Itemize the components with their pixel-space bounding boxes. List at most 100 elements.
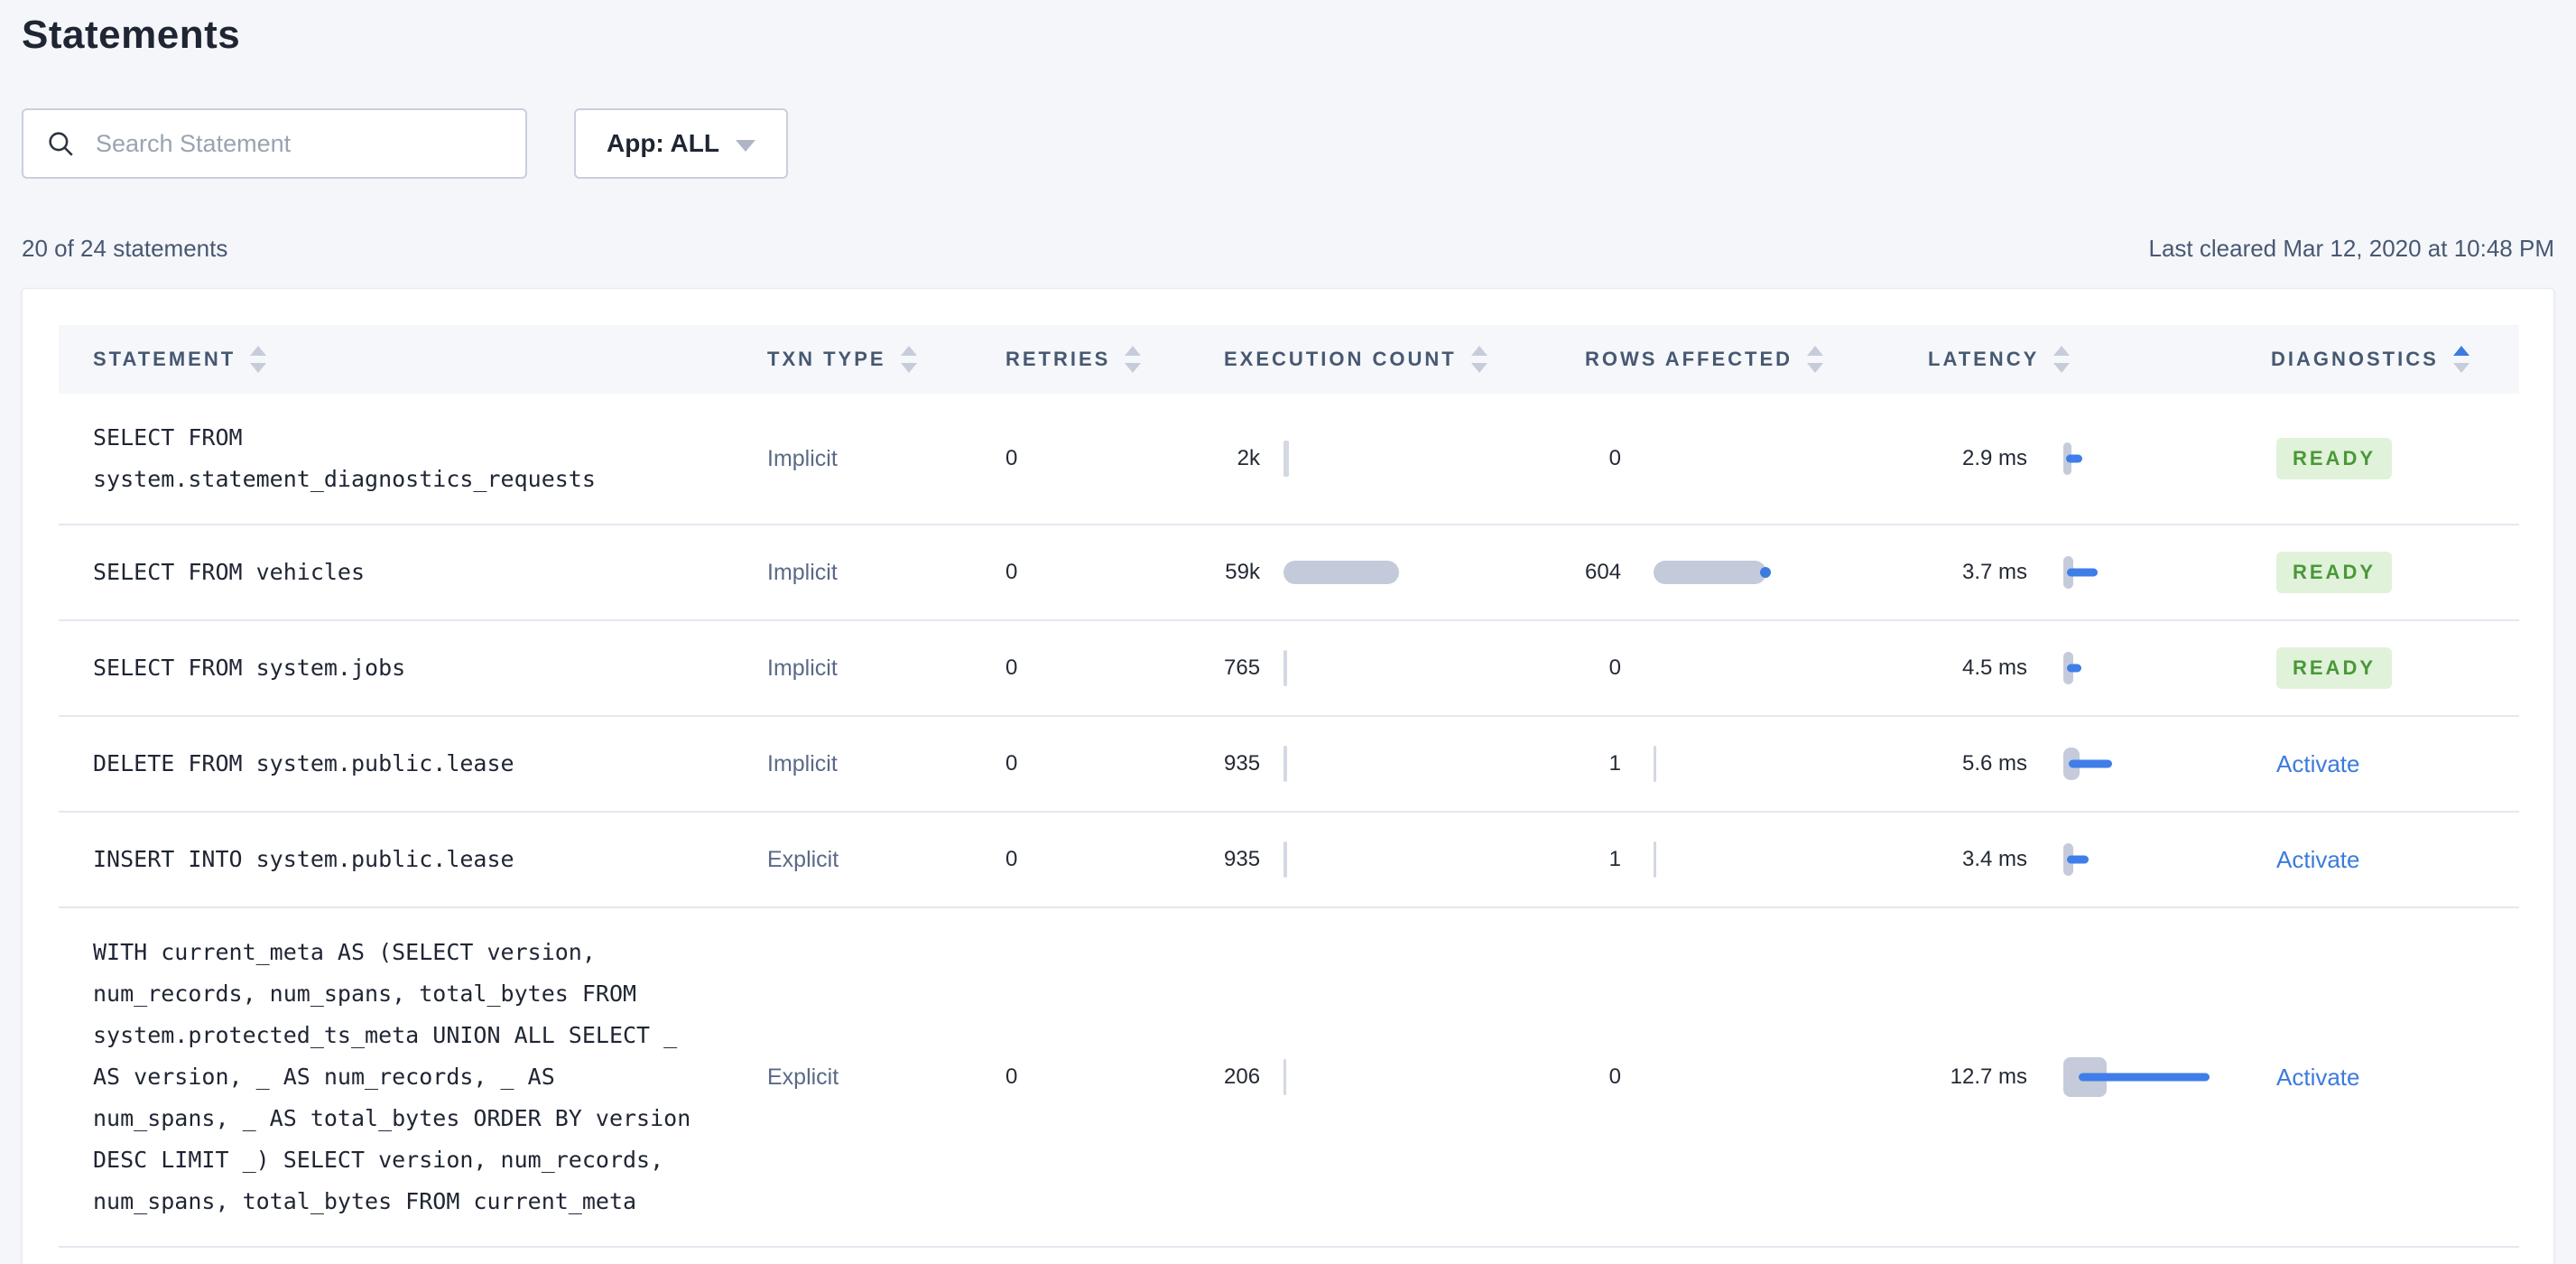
latency-cell: 2.9 ms: [1928, 435, 2271, 482]
column-header-retries[interactable]: RETRIES: [1005, 325, 1224, 394]
search-box[interactable]: [22, 108, 527, 179]
retries-cell: 0: [1005, 847, 1018, 871]
sort-arrows-icon: [1470, 346, 1487, 373]
latency-value: 4.5 ms: [1961, 655, 2027, 680]
column-header-txn-type[interactable]: TXN TYPE: [767, 325, 1005, 394]
rows-affected-value: 0: [1608, 446, 1621, 470]
statement-link[interactable]: WITH current_meta AS (SELECT version, nu…: [93, 932, 767, 1222]
latency-mean-bar: [2066, 454, 2082, 463]
statements-table: STATEMENT TXN TYPE RETRIES EXECUTION COU…: [59, 325, 2519, 1264]
latency-bar-chart: [2063, 1054, 2244, 1101]
txn-type-cell: Implicit: [767, 750, 838, 776]
column-header-diagnostics[interactable]: DIAGNOSTICS: [2271, 325, 2519, 394]
txn-type-cell: Implicit: [767, 559, 838, 585]
table-row: SELECT FROM vehicles Implicit 0 59k 604 …: [59, 525, 2519, 620]
latency-mean-bar: [2067, 855, 2089, 864]
statement-link[interactable]: INSERT INTO system.public.lease: [93, 839, 767, 880]
table-row: INSERT INTO system.public.lease Explicit…: [59, 812, 2519, 907]
statement-link[interactable]: SELECT FROM vehicles: [93, 552, 767, 593]
retries-cell: 0: [1005, 655, 1018, 680]
latency-bar-chart: [2063, 645, 2244, 692]
chevron-down-icon: [735, 139, 755, 152]
latency-cell: 5.6 ms: [1928, 740, 2271, 787]
execution-count-cell: 765: [1224, 645, 1585, 692]
column-header-statement[interactable]: STATEMENT: [59, 325, 767, 394]
execution-count-value: 59k: [1225, 560, 1260, 584]
latency-mean-bar: [2067, 568, 2098, 577]
search-icon: [49, 132, 73, 156]
rows-affected-bar: [1654, 746, 1656, 782]
rows-affected-cell: 1: [1585, 740, 1928, 787]
rows-affected-cell: 0: [1585, 1054, 1928, 1101]
txn-type-cell: Explicit: [767, 1064, 839, 1090]
latency-value: 3.7 ms: [1961, 560, 2027, 584]
latency-mean-bar: [2067, 664, 2081, 673]
sort-arrows-icon: [1125, 346, 1142, 373]
retries-cell: 0: [1005, 751, 1018, 776]
diagnostics-ready-badge: READY: [2276, 552, 2393, 593]
execution-count-cell: 935: [1224, 740, 1585, 787]
execution-count-bar: [1283, 561, 1399, 584]
execution-count-bar: [1283, 650, 1287, 686]
table-row: WITH current_meta AS (SELECT version, nu…: [59, 907, 2519, 1247]
latency-cell: 3.4 ms: [1928, 836, 2271, 883]
latency-bar-chart: [2063, 435, 2244, 482]
column-header-rows-affected[interactable]: ROWS AFFECTED: [1585, 325, 1928, 394]
sort-arrows-icon: [250, 346, 267, 373]
diagnostics-activate-link[interactable]: Activate: [2276, 750, 2360, 777]
latency-mean-bar: [2079, 1073, 2210, 1082]
retries-cell: 0: [1005, 1247, 1224, 1264]
rows-affected-value: 1: [1608, 751, 1621, 776]
latency-cell: 3.7 ms: [1928, 549, 2271, 596]
rows-affected-cell: 0: [1585, 645, 1928, 692]
txn-type-cell: Explicit: [767, 846, 839, 872]
diagnostics-ready-badge: READY: [2276, 438, 2393, 479]
execution-count-cell: 2k: [1224, 435, 1585, 482]
rows-affected-bar: [1654, 841, 1656, 878]
latency-value: 5.6 ms: [1961, 751, 2027, 776]
table-row: DELETE FROM system.public.lease Implicit…: [59, 716, 2519, 812]
rows-affected-cell: 1: [1585, 836, 1928, 883]
sort-arrows-icon: [1807, 346, 1824, 373]
column-header-latency[interactable]: LATENCY: [1928, 325, 2271, 394]
execution-count-bar: [1283, 1059, 1286, 1095]
rows-affected-value: 604: [1585, 560, 1622, 584]
diagnostics-activate-link[interactable]: Activate: [2276, 1064, 2360, 1091]
execution-count-value: 935: [1224, 751, 1261, 776]
column-header-execution-count[interactable]: EXECUTION COUNT: [1224, 325, 1585, 394]
latency-value: 12.7 ms: [1950, 1064, 2027, 1089]
latency-value: 2.9 ms: [1961, 446, 2027, 470]
execution-count-value: 206: [1224, 1064, 1261, 1089]
diagnostics-ready-badge: READY: [2276, 647, 2393, 689]
app-filter-label: App: ALL: [607, 129, 719, 157]
execution-count-value: 2k: [1237, 446, 1260, 470]
rows-affected-value: 0: [1608, 1064, 1621, 1089]
statement-link[interactable]: SELECT FROM system.jobs: [93, 647, 767, 689]
execution-count-bar: [1283, 746, 1287, 782]
execution-count-value: 765: [1224, 655, 1261, 680]
retries-cell: 0: [1005, 446, 1018, 470]
table-header-row: STATEMENT TXN TYPE RETRIES EXECUTION COU…: [59, 325, 2519, 394]
latency-mean-bar: [2069, 759, 2112, 768]
statement-link[interactable]: DELETE FROM system.public.lease: [93, 743, 767, 785]
rows-affected-dot: [1760, 567, 1771, 578]
txn-type-cell: Implicit: [767, 655, 838, 681]
rows-affected-bar: [1654, 561, 1771, 584]
sort-arrows-icon: [900, 346, 917, 373]
search-input[interactable]: [96, 129, 504, 158]
statements-table-card: STATEMENT TXN TYPE RETRIES EXECUTION COU…: [22, 288, 2554, 1264]
table-meta-row: 20 of 24 statements Last cleared Mar 12,…: [22, 235, 2554, 263]
statements-count: 20 of 24 statements: [22, 235, 228, 262]
execution-count-bar: [1283, 841, 1287, 878]
execution-count-bar: [1283, 441, 1289, 477]
table-row: SELECT FROM system.jobs Implicit 0 765 0…: [59, 620, 2519, 716]
txn-type-cell: Implicit: [767, 1247, 1005, 1264]
execution-count-cell: 59k: [1224, 549, 1585, 596]
app-filter-dropdown[interactable]: App: ALL: [574, 108, 788, 179]
diagnostics-activate-link[interactable]: Activate: [2276, 846, 2360, 873]
last-cleared-timestamp: Last cleared Mar 12, 2020 at 10:48 PM: [2148, 235, 2555, 262]
retries-cell: 0: [1005, 560, 1018, 584]
latency-bar-chart: [2063, 549, 2244, 596]
statement-link[interactable]: SELECT FROM system.statement_diagnostics…: [93, 417, 767, 500]
page-title: Statements: [22, 13, 241, 57]
